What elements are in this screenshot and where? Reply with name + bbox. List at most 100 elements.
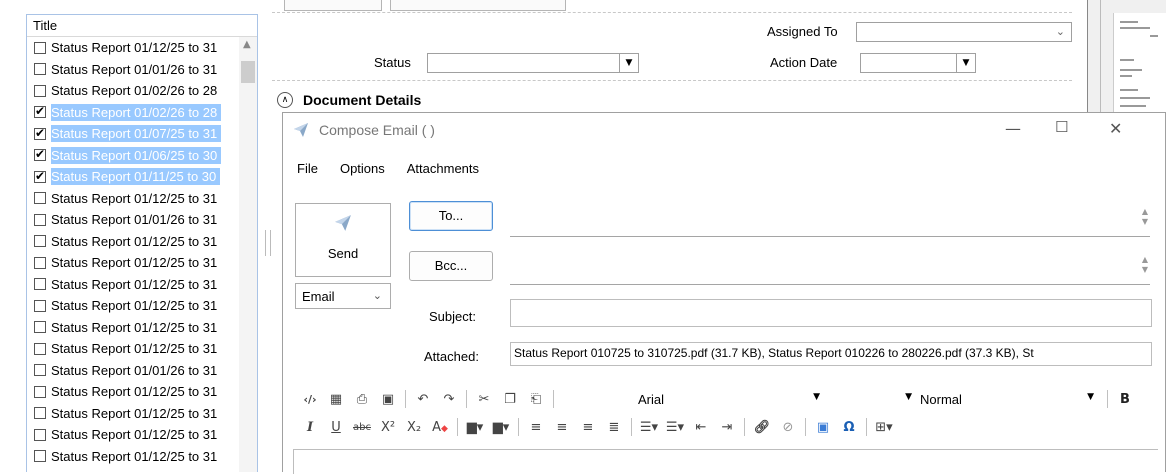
list-item[interactable]: Status Report 01/07/25 to 31 (27, 123, 239, 145)
calendar-dropdown-icon[interactable]: ▼ (956, 54, 975, 72)
list-item[interactable]: Status Report 01/12/25 to 31 (27, 252, 239, 274)
list-item[interactable]: Status Report 01/12/25 to 31 (27, 381, 239, 403)
outdent-icon[interactable]: ⇤ (690, 420, 712, 435)
row-checkbox[interactable] (34, 192, 46, 205)
paragraph-style-select[interactable]: Normal ▼ (915, 389, 1099, 411)
scrollbar-thumb[interactable] (241, 61, 255, 83)
paste-icon[interactable]: ⎗ (525, 392, 547, 407)
top-button-2[interactable] (390, 0, 566, 11)
bold-icon[interactable]: B (1114, 392, 1136, 407)
align-justify-icon[interactable]: ≣ (603, 420, 625, 435)
dropdown-arrow-icon[interactable]: ▼ (1087, 392, 1094, 402)
foreground-color-icon[interactable]: ▆▾ (464, 420, 486, 435)
attachments-field[interactable]: Status Report 010725 to 310725.pdf (31.7… (510, 342, 1152, 366)
row-checkbox[interactable] (34, 450, 46, 463)
to-field[interactable]: ▲ ▼ (510, 201, 1150, 237)
font-family-select[interactable]: Arial ▼ (633, 389, 825, 411)
row-checkbox[interactable] (34, 41, 46, 54)
print-icon[interactable]: ⎙ (351, 392, 373, 407)
row-checkbox[interactable] (34, 235, 46, 248)
to-field-scroll-icon[interactable]: ▲ ▼ (1142, 207, 1148, 227)
menu-attachments[interactable]: Attachments (407, 161, 479, 176)
bulleted-list-icon[interactable]: ☰▾ (664, 420, 686, 435)
font-size-select[interactable]: ▼ (827, 389, 917, 411)
row-checkbox[interactable] (34, 84, 46, 97)
collapse-icon[interactable]: ∧ (277, 92, 293, 108)
list-item[interactable]: Status Report 01/12/25 to 31 (27, 338, 239, 360)
maximize-icon[interactable]: ☐ (1055, 118, 1068, 136)
row-checkbox[interactable] (34, 385, 46, 398)
row-checkbox[interactable] (34, 169, 46, 183)
bcc-field-scroll-icon[interactable]: ▲ ▼ (1142, 255, 1148, 275)
underline-icon[interactable]: U (325, 420, 347, 435)
link-icon[interactable]: 🔗︎ (751, 420, 773, 435)
window-titlebar[interactable]: Compose Email ( ) — ☐ ✕ (283, 113, 1165, 147)
dropdown-arrow-icon[interactable]: ▼ (813, 392, 820, 402)
assigned-to-combo[interactable]: ⌄ (856, 22, 1072, 42)
undo-icon[interactable]: ↶ (412, 392, 434, 407)
list-item[interactable]: Status Report 01/12/25 to 31 (27, 231, 239, 253)
row-checkbox[interactable] (34, 428, 46, 441)
row-checkbox[interactable] (34, 407, 46, 420)
source-code-icon[interactable]: ‹/› (299, 393, 321, 406)
list-item[interactable]: Status Report 01/12/25 to 31 (27, 317, 239, 339)
dropdown-arrow-icon[interactable]: ▼ (905, 392, 912, 402)
chevron-down-icon[interactable]: ⌄ (373, 289, 382, 302)
title-column-header[interactable]: Title (27, 15, 257, 37)
align-left-icon[interactable]: ≡ (525, 420, 547, 435)
select-all-icon[interactable]: ▦ (325, 392, 347, 407)
insert-table-icon[interactable]: ⊞▾ (873, 420, 895, 435)
list-item[interactable]: Status Report 01/12/25 to 31 (27, 37, 239, 59)
subscript-icon[interactable]: X₂ (403, 420, 425, 435)
unlink-icon[interactable]: ⊘ (777, 420, 799, 435)
row-checkbox[interactable] (34, 147, 46, 162)
splitter-handle[interactable] (265, 230, 271, 256)
row-checkbox[interactable] (34, 126, 46, 140)
bcc-button[interactable]: Bcc... (409, 251, 493, 281)
numbered-list-icon[interactable]: ☰▾ (638, 420, 660, 435)
bcc-field[interactable]: ▲ ▼ (510, 249, 1150, 285)
top-button-1[interactable] (284, 0, 382, 11)
list-item[interactable]: Status Report 01/01/26 to 31 (27, 209, 239, 231)
indent-icon[interactable]: ⇥ (716, 420, 738, 435)
menu-options[interactable]: Options (340, 161, 385, 176)
row-checkbox[interactable] (34, 364, 46, 377)
row-checkbox[interactable] (34, 299, 46, 312)
italic-icon[interactable]: I (299, 420, 321, 435)
title-list[interactable]: Title Status Report 01/12/25 to 31 Status… (26, 14, 258, 472)
row-checkbox[interactable] (34, 342, 46, 355)
redo-icon[interactable]: ↷ (438, 392, 460, 407)
list-scrollbar[interactable]: ▲ (239, 37, 257, 472)
list-item[interactable]: Status Report 01/11/25 to 30 (27, 166, 239, 188)
row-checkbox[interactable] (34, 321, 46, 334)
document-details-section[interactable]: ∧ Document Details (277, 90, 421, 110)
list-item[interactable]: Status Report 01/12/25 to 31 (27, 295, 239, 317)
row-checkbox[interactable] (34, 278, 46, 291)
subject-input[interactable] (510, 299, 1152, 327)
to-button[interactable]: To... (409, 201, 493, 231)
list-item[interactable]: Status Report 01/01/26 to 31 (27, 59, 239, 81)
list-item[interactable]: Status Report 01/01/26 to 31 (27, 360, 239, 382)
list-item[interactable]: Status Report 01/12/25 to 31 (27, 274, 239, 296)
insert-image-icon[interactable]: ▣ (812, 420, 834, 435)
row-checkbox[interactable] (34, 213, 46, 226)
send-button[interactable]: Send (295, 203, 391, 277)
superscript-icon[interactable]: X² (377, 420, 399, 435)
list-item[interactable]: Status Report 01/12/25 to 31 (27, 446, 239, 468)
text-color-icon[interactable]: A◆ (429, 420, 451, 435)
list-item[interactable]: Status Report 01/02/26 to 28 (27, 102, 239, 124)
row-checkbox[interactable] (34, 256, 46, 269)
send-mode-select[interactable]: Email ⌄ (295, 283, 391, 309)
status-combo[interactable]: ▼ (427, 53, 639, 73)
list-item[interactable]: Status Report 01/12/25 to 31 (27, 403, 239, 425)
message-editor[interactable] (293, 449, 1158, 474)
align-center-icon[interactable]: ≡ (551, 420, 573, 435)
menu-file[interactable]: File (297, 161, 318, 176)
special-character-icon[interactable]: Ω (838, 420, 860, 435)
action-date-combo[interactable]: ▼ (860, 53, 976, 73)
strikethrough-icon[interactable]: abc (351, 422, 373, 433)
dropdown-arrow-icon[interactable]: ▼ (619, 54, 638, 72)
copy-icon[interactable]: ❐ (499, 392, 521, 407)
chevron-down-icon[interactable]: ⌄ (1056, 25, 1065, 38)
cut-icon[interactable]: ✂ (473, 392, 495, 407)
